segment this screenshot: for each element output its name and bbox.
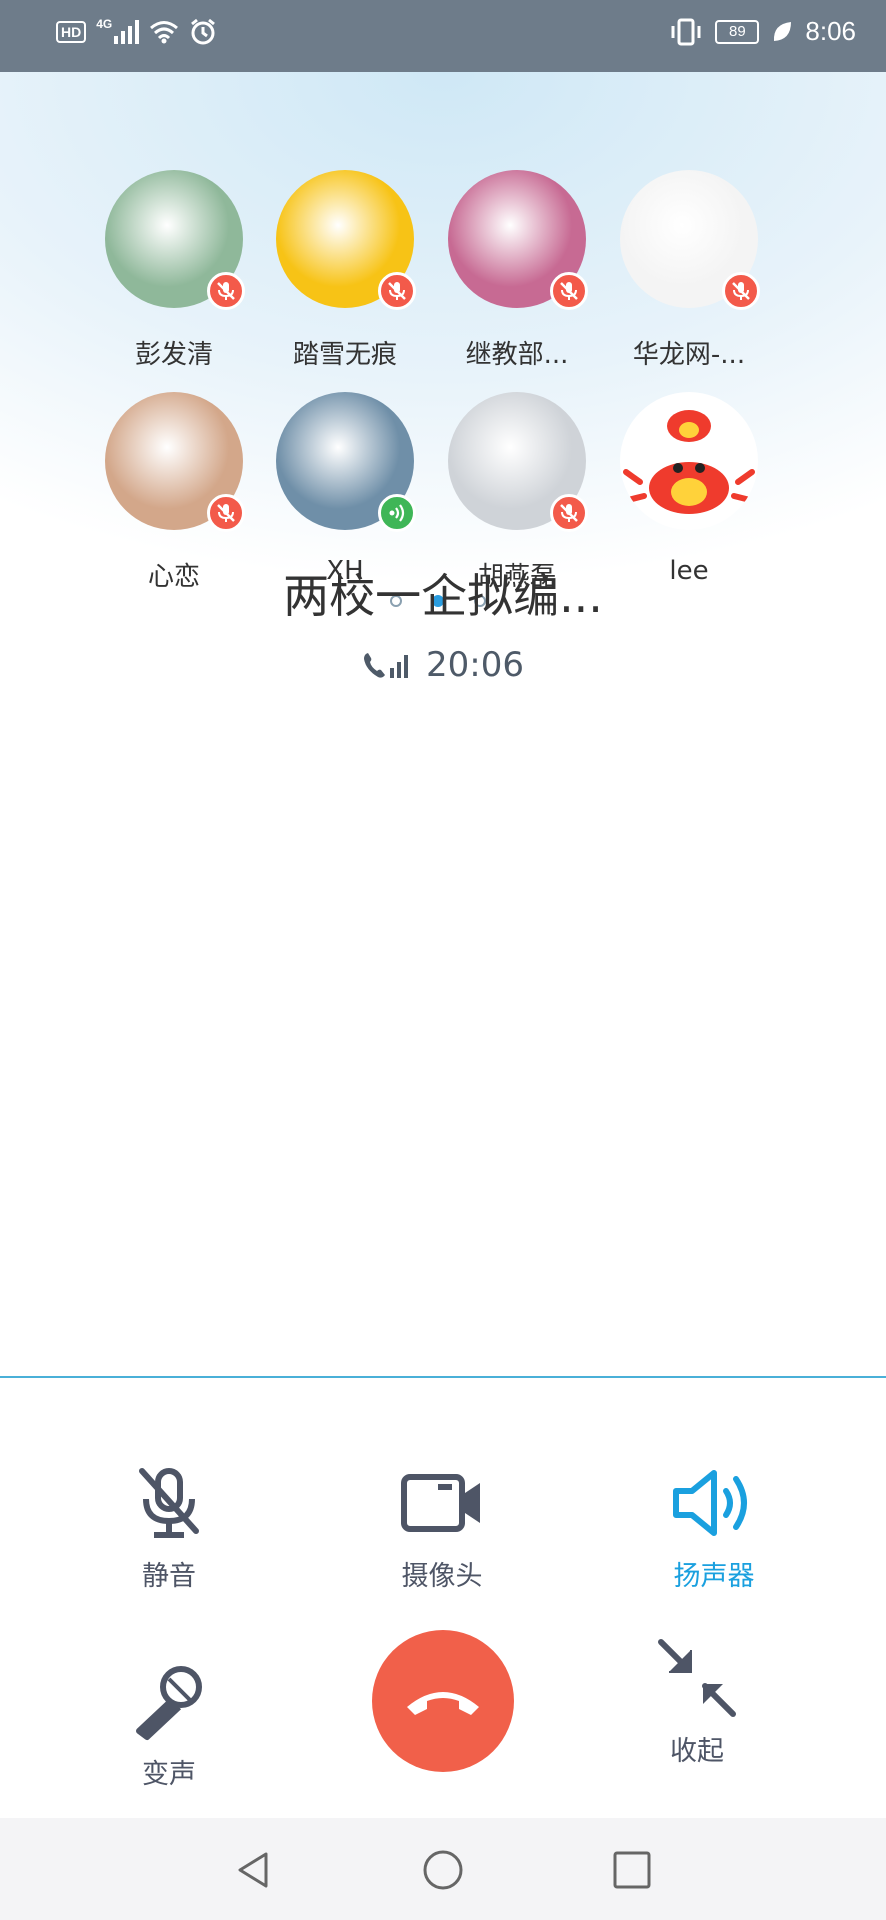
call-timer-text: 20:06 — [426, 645, 524, 685]
call-signal-icon — [364, 653, 408, 678]
camera-label: 摄像头 — [401, 1561, 483, 1592]
mic-muted-icon — [217, 504, 235, 522]
leaf-icon — [774, 21, 792, 41]
collapse-icon — [658, 1639, 736, 1717]
mic-muted-badge — [550, 494, 588, 532]
participant[interactable]: 踏雪无痕 — [265, 170, 425, 371]
participant-name: 继教部... — [465, 340, 569, 370]
mute-button[interactable]: 静音 — [89, 1458, 249, 1593]
participant-name: 彭发清 — [134, 340, 213, 370]
mic-muted-badge — [207, 494, 245, 532]
battery-icon: 89 — [715, 19, 760, 44]
avatar-image — [620, 392, 758, 530]
clock: 8:06 — [805, 16, 856, 46]
speaker-button[interactable]: 扬声器 — [634, 1458, 794, 1593]
phone-hangup-icon — [407, 1692, 479, 1715]
speaker-icon — [673, 1470, 747, 1536]
signal-icon — [114, 20, 140, 44]
speaking-icon — [389, 504, 405, 522]
camera-icon — [401, 1474, 480, 1532]
participant[interactable]: lee — [609, 392, 769, 586]
avatar — [620, 392, 758, 530]
mic-muted-icon — [560, 504, 578, 522]
avatar — [448, 392, 588, 532]
mic-muted-icon — [217, 282, 235, 300]
alarm-icon — [191, 18, 216, 45]
collapse-button[interactable]: 收起 — [617, 1633, 777, 1768]
mic-muted-badge — [207, 272, 245, 310]
call-duration: 20:06 — [0, 645, 886, 685]
collapse-label: 收起 — [670, 1736, 724, 1767]
back-icon[interactable] — [232, 1848, 276, 1892]
hd-icon: HD — [56, 21, 87, 43]
participant[interactable]: 彭发清 — [94, 170, 254, 371]
avatar — [105, 392, 245, 532]
voice-change-button[interactable]: 变声 — [89, 1656, 249, 1791]
home-icon[interactable] — [421, 1848, 465, 1892]
system-nav-bar — [0, 1818, 886, 1920]
vibrate-icon — [671, 18, 701, 45]
network-type: 4G — [96, 17, 113, 31]
avatar — [105, 170, 245, 310]
mic-off-icon — [139, 1468, 199, 1538]
participant[interactable]: 华龙网-... — [609, 170, 769, 371]
speaking-badge — [378, 494, 416, 532]
participant[interactable]: XH — [265, 392, 425, 586]
participant[interactable]: 继教部... — [437, 170, 597, 371]
call-controls: 静音 摄像头 扬声器 变声 收起 — [0, 1378, 886, 1818]
participant-name: 华龙网-... — [632, 340, 746, 370]
camera-button[interactable]: 摄像头 — [362, 1458, 522, 1593]
hang-up-button[interactable] — [372, 1630, 514, 1772]
mic-muted-badge — [378, 272, 416, 310]
mute-label: 静音 — [142, 1561, 196, 1592]
mic-muted-icon — [732, 282, 750, 300]
participant-name: 踏雪无痕 — [292, 340, 397, 370]
avatar — [448, 170, 588, 310]
recents-icon[interactable] — [610, 1848, 654, 1892]
avatar — [620, 170, 760, 310]
mic-muted-badge — [550, 272, 588, 310]
mic-muted-icon — [560, 282, 578, 300]
avatar — [276, 392, 416, 532]
avatar — [276, 170, 416, 310]
status-bar: HD 4G 89 8:06 — [0, 0, 886, 72]
voice-change-label: 变声 — [142, 1759, 196, 1790]
wifi-icon — [150, 21, 179, 44]
microphone-icon — [136, 1666, 202, 1740]
mic-muted-icon — [388, 282, 406, 300]
group-title: 两校一企拟编... — [283, 569, 603, 623]
speaker-label: 扬声器 — [673, 1561, 755, 1592]
mic-muted-badge — [722, 272, 760, 310]
